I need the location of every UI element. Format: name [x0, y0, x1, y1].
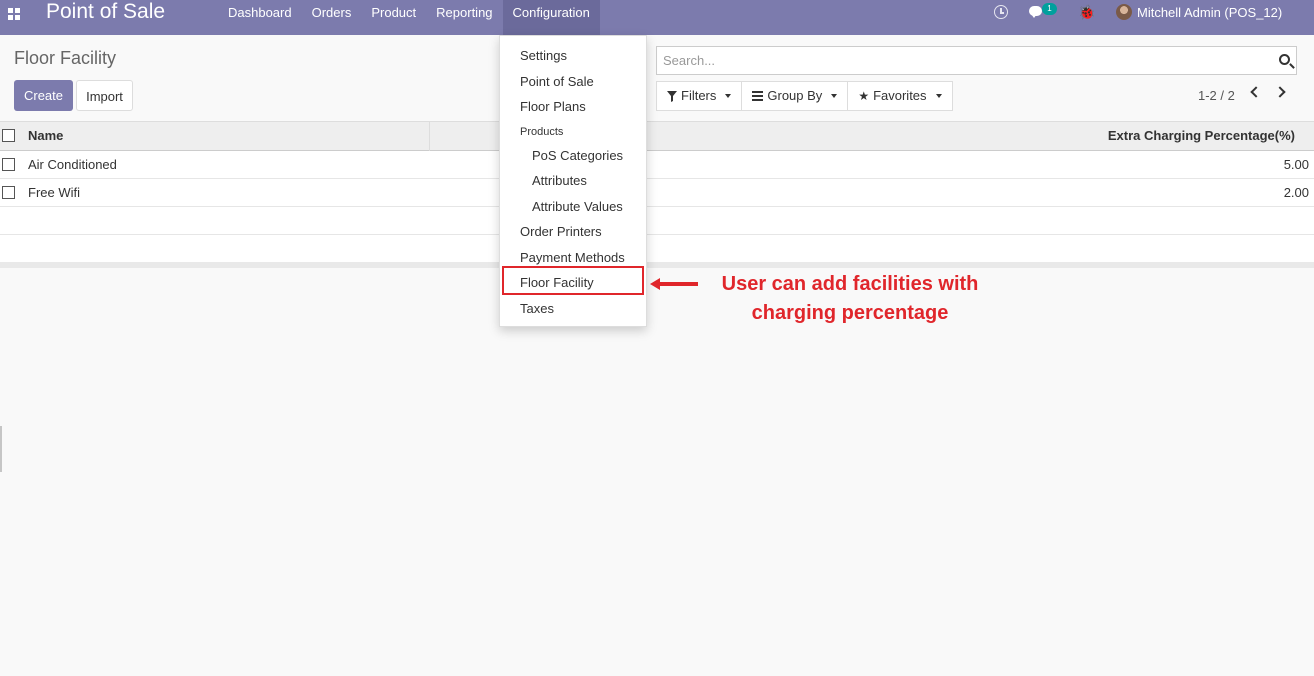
chat-count-badge: 1: [1042, 3, 1057, 15]
column-divider[interactable]: [429, 122, 430, 151]
row-checkbox[interactable]: [2, 158, 15, 171]
favorites-label: Favorites: [873, 88, 927, 103]
annotation-callout: User can add facilities with charging pe…: [700, 270, 1000, 328]
highlight-box: [502, 266, 644, 295]
favorites-button[interactable]: ★ Favorites: [847, 81, 953, 111]
main-menu: Dashboard Orders Product Reporting Confi…: [218, 0, 600, 35]
dropdown-item-payment-methods[interactable]: Payment Methods: [520, 250, 625, 266]
edge-divider: [0, 426, 2, 472]
avatar[interactable]: [1116, 4, 1132, 20]
annotation-line-2: charging percentage: [751, 302, 949, 324]
cell-name: Air Conditioned: [28, 157, 117, 172]
caret-down-icon: [831, 94, 838, 98]
annotation-arrow-icon: [650, 278, 698, 290]
cell-extra-charging: 2.00: [1283, 185, 1309, 200]
import-button[interactable]: Import: [76, 80, 133, 111]
debug-bug-icon[interactable]: 🐞: [1078, 4, 1095, 30]
dropdown-item-attribute-values[interactable]: Attribute Values: [532, 199, 623, 215]
caret-down-icon: [725, 94, 732, 98]
cell-extra-charging: 5.00: [1283, 157, 1309, 172]
search-icon[interactable]: [1279, 54, 1290, 65]
user-menu[interactable]: Mitchell Admin (POS_12): [1137, 0, 1282, 26]
column-name-header[interactable]: Name: [28, 122, 63, 150]
pager-next-icon[interactable]: [1274, 86, 1286, 98]
dropdown-header-products: Products: [520, 126, 564, 138]
dropdown-item-floor-plans[interactable]: Floor Plans: [520, 99, 586, 115]
column-extra-charging-header[interactable]: Extra Charging Percentage(%): [1108, 122, 1295, 150]
search-input[interactable]: [657, 47, 1257, 74]
cell-name: Free Wifi: [28, 185, 80, 200]
list-bars-icon: [752, 91, 764, 101]
dropdown-item-attributes[interactable]: Attributes: [532, 173, 587, 189]
table-header: Name Extra Charging Percentage(%): [0, 121, 1314, 151]
filters-button[interactable]: Filters: [656, 81, 743, 111]
list-view: Name Extra Charging Percentage(%) Air Co…: [0, 121, 1314, 268]
filters-label: Filters: [681, 88, 717, 103]
dropdown-item-settings[interactable]: Settings: [520, 48, 567, 64]
dropdown-item-point-of-sale[interactable]: Point of Sale: [520, 74, 594, 90]
activity-clock-icon[interactable]: [994, 5, 1008, 19]
top-navbar: Point of Sale Dashboard Orders Product R…: [0, 0, 1314, 35]
menu-orders[interactable]: Orders: [302, 0, 362, 35]
group-by-button[interactable]: Group By: [741, 81, 849, 111]
apps-grid-icon[interactable]: [8, 8, 22, 22]
table-row[interactable]: Air Conditioned 5.00: [0, 151, 1314, 179]
row-checkbox[interactable]: [2, 186, 15, 199]
dropdown-item-order-printers[interactable]: Order Printers: [520, 224, 602, 240]
page-title: Floor Facility: [14, 48, 117, 68]
group-by-label: Group By: [767, 88, 823, 103]
pager-value[interactable]: 1-2 / 2: [1198, 81, 1235, 111]
create-button[interactable]: Create: [14, 80, 73, 111]
app-title: Point of Sale: [46, 0, 166, 23]
menu-product[interactable]: Product: [361, 0, 426, 35]
list-footer: [0, 262, 1314, 268]
dropdown-item-pos-categories[interactable]: PoS Categories: [532, 148, 623, 164]
table-row[interactable]: Free Wifi 2.00: [0, 179, 1314, 207]
menu-reporting[interactable]: Reporting: [426, 0, 502, 35]
caret-down-icon: [935, 94, 942, 98]
funnel-icon: [667, 90, 677, 102]
annotation-line-1: User can add facilities with: [721, 273, 979, 295]
dropdown-item-taxes[interactable]: Taxes: [520, 301, 554, 317]
menu-configuration[interactable]: Configuration: [502, 0, 600, 35]
menu-dashboard[interactable]: Dashboard: [218, 0, 302, 35]
search-options: Filters Group By ★ Favorites: [656, 81, 953, 111]
empty-row: [0, 207, 1314, 235]
chat-icon[interactable]: [1029, 6, 1042, 18]
pager-previous-icon[interactable]: [1250, 86, 1262, 98]
search-bar: [656, 46, 1297, 75]
star-icon: ★: [858, 89, 870, 103]
select-all-checkbox[interactable]: [2, 129, 15, 142]
